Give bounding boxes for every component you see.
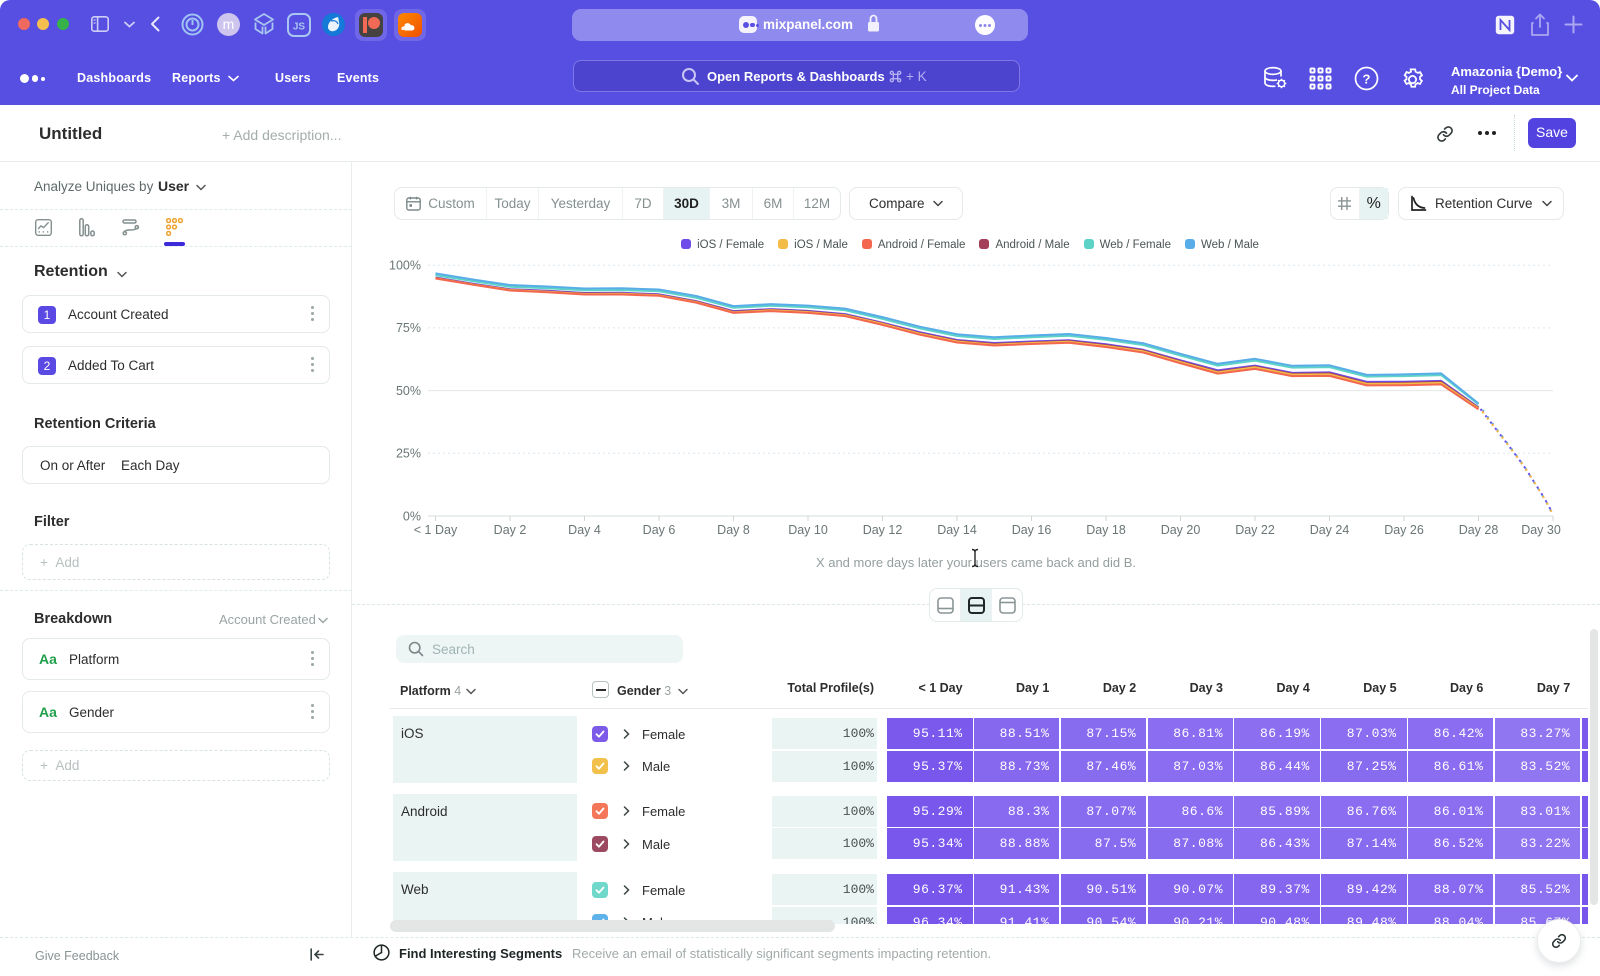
svg-text:Day 22: Day 22	[1235, 523, 1275, 537]
svg-text:Day 14: Day 14	[937, 523, 977, 537]
svg-text:Day 28: Day 28	[1459, 523, 1499, 537]
svg-text:Day 24: Day 24	[1310, 523, 1350, 537]
svg-text:100%: 100%	[389, 259, 421, 273]
svg-text:25%: 25%	[396, 447, 421, 461]
svg-text:50%: 50%	[396, 384, 421, 398]
svg-text:?: ?	[1363, 72, 1371, 87]
svg-text:Day 4: Day 4	[568, 523, 601, 537]
svg-text:Day 6: Day 6	[643, 523, 676, 537]
svg-text:75%: 75%	[396, 321, 421, 335]
svg-text:Day 26: Day 26	[1384, 523, 1424, 537]
svg-text:Day 20: Day 20	[1161, 523, 1201, 537]
svg-text:< 1 Day: < 1 Day	[414, 523, 458, 537]
svg-text:Day 2: Day 2	[494, 523, 527, 537]
svg-text:Day 8: Day 8	[717, 523, 750, 537]
svg-text:Day 18: Day 18	[1086, 523, 1126, 537]
svg-text:Day 30: Day 30	[1521, 523, 1561, 537]
svg-text:0%: 0%	[403, 510, 421, 524]
svg-text:Day 16: Day 16	[1012, 523, 1052, 537]
svg-text:Day 12: Day 12	[863, 523, 903, 537]
svg-text:Day 10: Day 10	[788, 523, 828, 537]
svg-text:JS: JS	[293, 22, 306, 33]
